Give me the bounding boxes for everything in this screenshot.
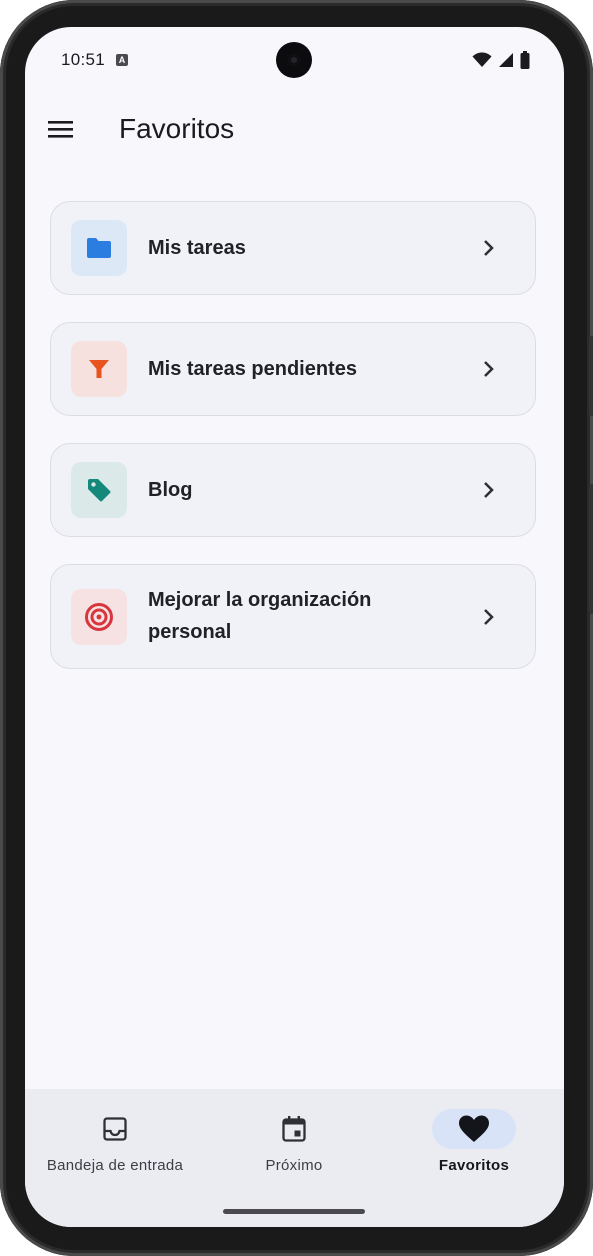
- menu-button[interactable]: [39, 107, 83, 151]
- chevron-right-icon: [479, 360, 497, 378]
- nav-label: Bandeja de entrada: [46, 1157, 184, 1174]
- status-bar: 10:51 A: [25, 27, 564, 91]
- bottom-navigation: Bandeja de entrada Próximo Favoritos: [25, 1089, 564, 1227]
- favorite-item-mis-tareas[interactable]: Mis tareas: [50, 201, 536, 295]
- menu-icon: [48, 121, 73, 138]
- notification-icon: A: [116, 54, 128, 66]
- chevron-right-icon: [479, 481, 497, 499]
- nav-pill-active: [432, 1109, 516, 1149]
- screen: 10:51 A Favoritos Mis tareas Mis tareas …: [25, 27, 564, 1227]
- status-time: 10:51: [61, 50, 106, 69]
- battery-icon: [520, 51, 530, 69]
- signal-icon: [499, 53, 513, 67]
- home-indicator[interactable]: [223, 1209, 365, 1214]
- calendar-icon: [282, 1116, 306, 1142]
- filter-icon: [89, 360, 109, 378]
- phone-frame: 10:51 A Favoritos Mis tareas Mis tareas …: [0, 0, 593, 1256]
- folder-icon: [87, 238, 111, 258]
- filter-icon-badge: [71, 341, 127, 397]
- app-bar: Favoritos: [25, 99, 564, 163]
- power-button: [589, 484, 593, 614]
- nav-label: Favoritos: [438, 1157, 510, 1174]
- favorite-label: Mis tareas pendientes: [148, 358, 357, 380]
- nav-label: Próximo: [265, 1157, 323, 1174]
- front-camera: [276, 42, 312, 78]
- nav-pill: [252, 1109, 336, 1149]
- favorite-label: Mejorar la organización personal: [148, 589, 372, 643]
- target-icon: [85, 603, 113, 631]
- chevron-right-icon: [479, 608, 497, 626]
- favorite-item-mis-tareas-pendientes[interactable]: Mis tareas pendientes: [50, 322, 536, 416]
- nav-item-bandeja-de-entrada[interactable]: Bandeja de entrada: [25, 1089, 205, 1189]
- volume-button: [589, 336, 593, 416]
- inbox-icon: [103, 1117, 127, 1141]
- folder-icon-badge: [71, 220, 127, 276]
- favorite-label: Mis tareas: [148, 237, 246, 259]
- target-icon-badge: [71, 589, 127, 645]
- favorite-label: Blog: [148, 479, 193, 501]
- chevron-right-icon: [479, 239, 497, 257]
- page-title: Favoritos: [119, 113, 235, 144]
- tag-icon: [88, 479, 111, 502]
- nav-item-proximo[interactable]: Próximo: [204, 1089, 384, 1189]
- status-icons: [472, 51, 530, 69]
- wifi-icon: [472, 52, 492, 67]
- favorite-item-blog[interactable]: Blog: [50, 443, 536, 537]
- favorite-item-mejorar-organizacion[interactable]: Mejorar la organización personal: [50, 564, 536, 669]
- nav-pill: [73, 1109, 157, 1149]
- nav-item-favoritos[interactable]: Favoritos: [384, 1089, 564, 1189]
- heart-icon: [459, 1115, 489, 1142]
- tag-icon-badge: [71, 462, 127, 518]
